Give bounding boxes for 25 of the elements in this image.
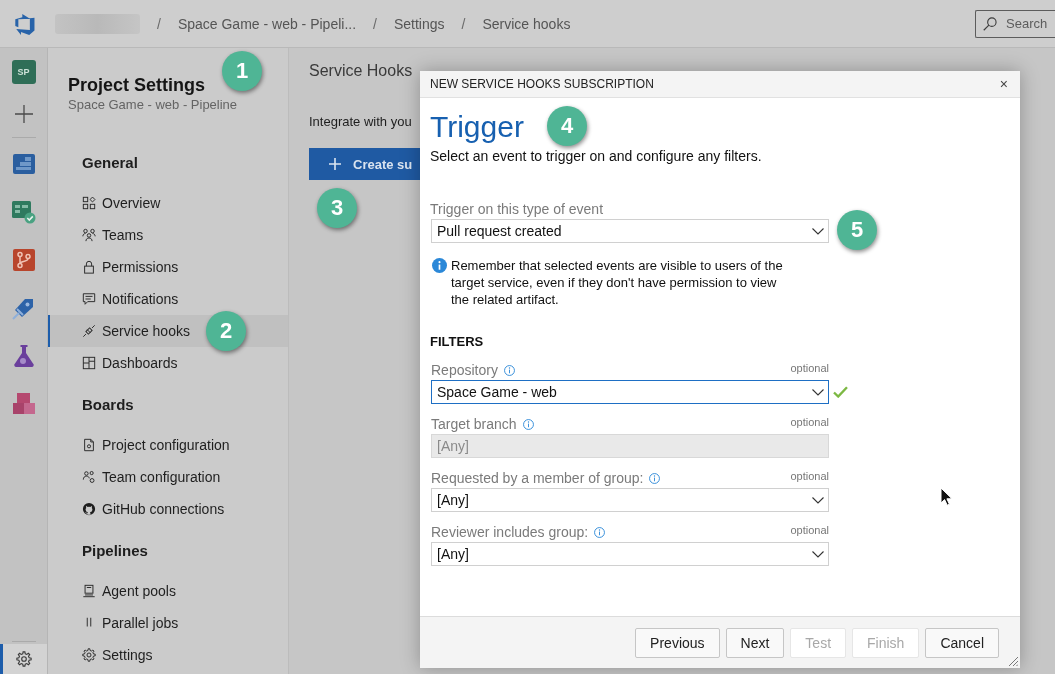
field-label: Requested by a member of group:	[431, 470, 644, 486]
section-heading: Pipelines	[81, 541, 149, 561]
optional-label: optional	[790, 470, 829, 482]
sidebar-subtitle: Space Game - web - Pipeline	[67, 97, 239, 113]
breadcrumb-separator: /	[373, 15, 377, 32]
section-heading: FILTERS	[430, 334, 484, 350]
field-label: Trigger on this type of event	[430, 201, 604, 217]
page-title: Service Hooks	[309, 61, 413, 81]
optional-label: optional	[790, 524, 829, 536]
sidebar-title: Project Settings	[67, 74, 207, 97]
field-label: Repository	[431, 362, 498, 378]
info-note: Remember that selected events are visible to users of the target service, even if they don't have permission to view the related artifact.	[451, 257, 784, 308]
field-label: Reviewer includes group:	[431, 524, 589, 540]
breadcrumb-separator: /	[157, 15, 161, 32]
section-heading: Boards	[81, 395, 135, 415]
intro-text: Integrate with you	[309, 114, 412, 130]
dialog-description: Select an event to trigger on and configure any filters.	[430, 147, 762, 165]
dialog-heading: Trigger	[430, 109, 524, 145]
breadcrumb-separator: /	[461, 15, 466, 32]
dialog-title: NEW SERVICE HOOKS SUBSCRIPTION	[430, 77, 654, 91]
optional-label: optional	[790, 416, 829, 428]
section-heading: General	[81, 153, 139, 173]
field-label: Target branch	[431, 416, 517, 432]
step-callout-overlay: 3	[317, 188, 357, 228]
optional-label: optional	[790, 362, 829, 374]
